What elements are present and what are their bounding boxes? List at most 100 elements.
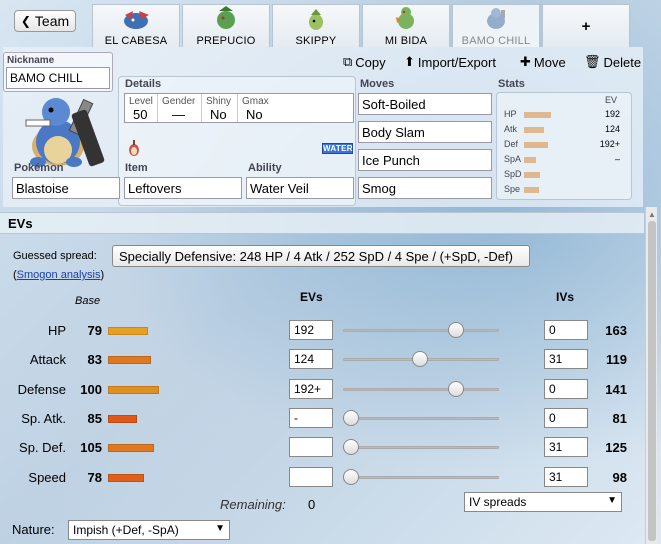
iv-input[interactable]: 31 (544, 467, 588, 487)
pokemon-input[interactable]: Blastoise (12, 177, 120, 199)
stat-total: 98 (612, 470, 627, 485)
gender-cell: Gender — (158, 94, 202, 122)
move-3-input[interactable]: Ice Punch (358, 149, 492, 171)
stat-row-speed: Speed 78 31 98 (0, 466, 644, 492)
base-stat-value: 83 (87, 352, 102, 367)
scrollbar-thumb[interactable] (648, 221, 656, 541)
stat-row-attack: Attack 83 124 31 119 (0, 348, 644, 374)
ev-slider[interactable] (343, 439, 499, 455)
smogon-analysis-link[interactable]: Smogon analysis (17, 269, 101, 281)
stat-summary-spa: SpA – (502, 154, 628, 166)
details-box[interactable]: Level 50 Gender — Shiny No Gmax No (124, 93, 354, 123)
item-input[interactable]: Leftovers (124, 177, 242, 199)
stat-row-defense: Defense 100 192+ 0 141 (0, 378, 644, 404)
import-export-button[interactable]: ⬆ Import/Export (404, 54, 496, 70)
stat-row-sp-def: Sp. Def. 105 31 125 (0, 436, 644, 462)
stat-bar (524, 172, 540, 178)
base-stat-value: 100 (80, 382, 102, 397)
scroll-up-arrow-icon[interactable]: ▲ (648, 210, 656, 219)
import-export-label: Import/Export (417, 54, 496, 70)
move-2-input[interactable]: Body Slam (358, 121, 492, 143)
stat-summary-spe: Spe (502, 184, 628, 196)
iv-spreads-select[interactable]: IV spreads ▼ (464, 492, 622, 512)
upload-icon: ⬆ (404, 54, 415, 69)
iv-input[interactable]: 31 (544, 437, 588, 457)
ev-input[interactable]: 192 (289, 320, 333, 340)
stat-summary-atk: Atk 124 (502, 124, 628, 136)
slider-knob[interactable] (343, 469, 359, 485)
copy-button[interactable]: ⧉ Copy (343, 54, 386, 70)
stat-name: Speed (28, 470, 66, 485)
nature-value: Impish (+Def, -SpA) (73, 523, 179, 537)
stat-bar (524, 157, 536, 163)
slider-track[interactable] (343, 388, 499, 391)
nickname-input[interactable]: BAMO CHILL (6, 67, 110, 89)
ev-input[interactable]: 192+ (289, 379, 333, 399)
ev-input[interactable] (289, 467, 333, 487)
base-stat-value: 85 (87, 411, 102, 426)
move-1-input[interactable]: Soft-Boiled (358, 93, 492, 115)
slider-track[interactable] (343, 446, 499, 449)
stat-total: 125 (605, 440, 627, 455)
ev-slider[interactable] (343, 322, 499, 338)
ev-slider[interactable] (343, 381, 499, 397)
nickname-group: Nickname BAMO CHILL (3, 52, 113, 92)
ability-input[interactable]: Water Veil (246, 177, 354, 199)
ev-input[interactable]: 124 (289, 349, 333, 369)
gender-label: Gender (162, 96, 196, 107)
iv-spreads-value: IV spreads (469, 495, 527, 509)
stat-label: Spe (504, 184, 521, 194)
stat-label: SpD (504, 169, 522, 179)
shiny-cell: Shiny No (202, 94, 238, 122)
base-column-header: Base (75, 295, 101, 307)
slider-knob[interactable] (412, 351, 428, 367)
slider-knob[interactable] (343, 410, 359, 426)
stat-name: Sp. Atk. (21, 411, 66, 426)
iv-input[interactable]: 0 (544, 320, 588, 340)
slider-knob[interactable] (448, 381, 464, 397)
ev-slider[interactable] (343, 351, 499, 367)
ev-input[interactable]: - (289, 408, 333, 428)
evs-section-header[interactable]: EVs (0, 212, 644, 234)
item-icon (128, 139, 140, 157)
level-cell: Level 50 (125, 94, 158, 122)
stat-bar (524, 142, 548, 148)
trash-icon: 🗑 (584, 54, 601, 69)
type-badge-water: WATER (322, 143, 353, 154)
stat-ev: 192+ (599, 139, 620, 149)
stat-bar (524, 187, 539, 193)
moves-section-label: Moves (360, 78, 395, 90)
ev-slider[interactable] (343, 469, 499, 485)
move-button[interactable]: ✚ Move (520, 54, 566, 70)
stat-ev: – (614, 154, 620, 164)
slider-knob[interactable] (448, 322, 464, 338)
slider-knob[interactable] (343, 439, 359, 455)
iv-input[interactable]: 31 (544, 349, 588, 369)
ev-input[interactable] (289, 437, 333, 457)
nature-label: Nature: (12, 522, 55, 537)
ev-slider[interactable] (343, 410, 499, 426)
slider-track[interactable] (343, 476, 499, 479)
stat-total: 141 (605, 382, 627, 397)
gmax-label: Gmax (242, 96, 269, 107)
evs-column-header: EVs (300, 290, 323, 304)
shiny-label: Shiny (206, 96, 232, 107)
move-4-input[interactable]: Smog (358, 177, 492, 199)
stat-total: 163 (605, 323, 627, 338)
iv-input[interactable]: 0 (544, 408, 588, 428)
delete-button[interactable]: 🗑 Delete (584, 54, 641, 70)
scrollbar[interactable]: ▲ (645, 207, 657, 544)
chevron-down-icon: ▼ (607, 495, 617, 506)
slider-track[interactable] (343, 417, 499, 420)
base-stat-bar (108, 444, 154, 452)
ivs-column-header: IVs (556, 290, 575, 304)
nature-select[interactable]: Impish (+Def, -SpA) ▼ (68, 520, 230, 540)
stats-summary-box[interactable]: EV HP 192 Atk 124 Def 192+ SpA – SpD Spe (496, 92, 632, 200)
move-label: Move (533, 54, 566, 70)
stat-summary-spd: SpD (502, 169, 628, 181)
shiny-value: No (210, 107, 227, 122)
iv-input[interactable]: 0 (544, 379, 588, 399)
slider-track[interactable] (343, 329, 499, 332)
guessed-spread-button[interactable]: Specially Defensive: 248 HP / 4 Atk / 25… (112, 245, 530, 267)
pokemon-section-label: Pokémon (14, 162, 64, 174)
